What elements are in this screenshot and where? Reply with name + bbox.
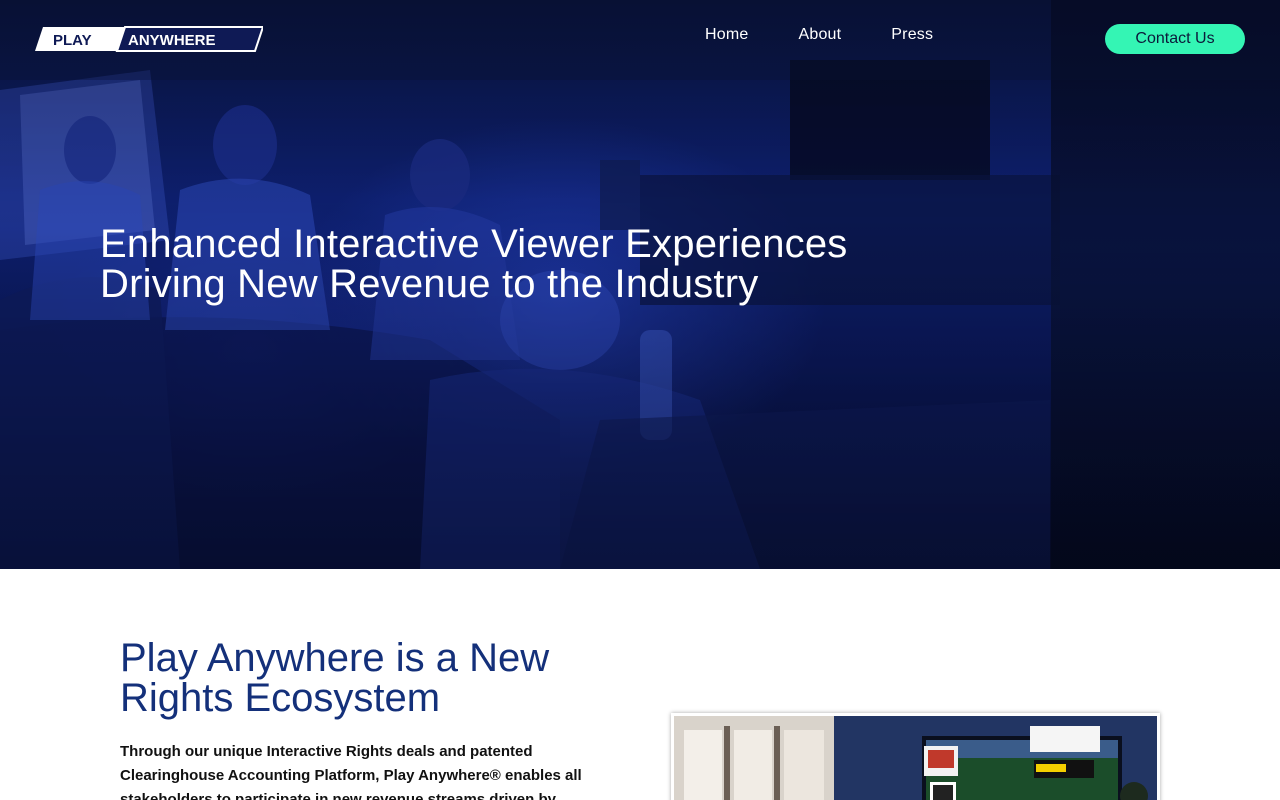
nav-home[interactable]: Home <box>705 26 748 44</box>
logo-text-play: PLAY <box>53 32 92 49</box>
hero-title: Enhanced Interactive Viewer Experiences … <box>100 224 1000 304</box>
intro-title: Play Anywhere is a New Rights Ecosystem <box>120 638 640 718</box>
play-anywhere-logo[interactable]: PLAY ANYWHERE <box>35 25 263 53</box>
intro-body-text: Through our unique Interactive Rights de… <box>120 743 582 800</box>
hero-title-line-2: Driving New Revenue to the Industry <box>100 262 759 306</box>
intro-title-line-2: Rights Ecosystem <box>120 676 441 720</box>
living-room-tv-illustration <box>674 716 1157 800</box>
intro-title-line-1: Play Anywhere is a New <box>120 636 550 680</box>
top-navbar: PLAY ANYWHERE Home About Press Contact U… <box>0 0 1280 80</box>
hero-section: Enhanced Interactive Viewer Experiences … <box>0 0 1280 569</box>
nav-about[interactable]: About <box>798 26 841 44</box>
contact-us-button[interactable]: Contact Us <box>1105 24 1245 54</box>
logo-text-anywhere: ANYWHERE <box>128 32 216 49</box>
main-nav: Home About Press <box>705 26 933 44</box>
living-room-tv-image <box>671 713 1160 800</box>
nav-press[interactable]: Press <box>891 26 933 44</box>
hero-title-line-1: Enhanced Interactive Viewer Experiences <box>100 222 848 266</box>
